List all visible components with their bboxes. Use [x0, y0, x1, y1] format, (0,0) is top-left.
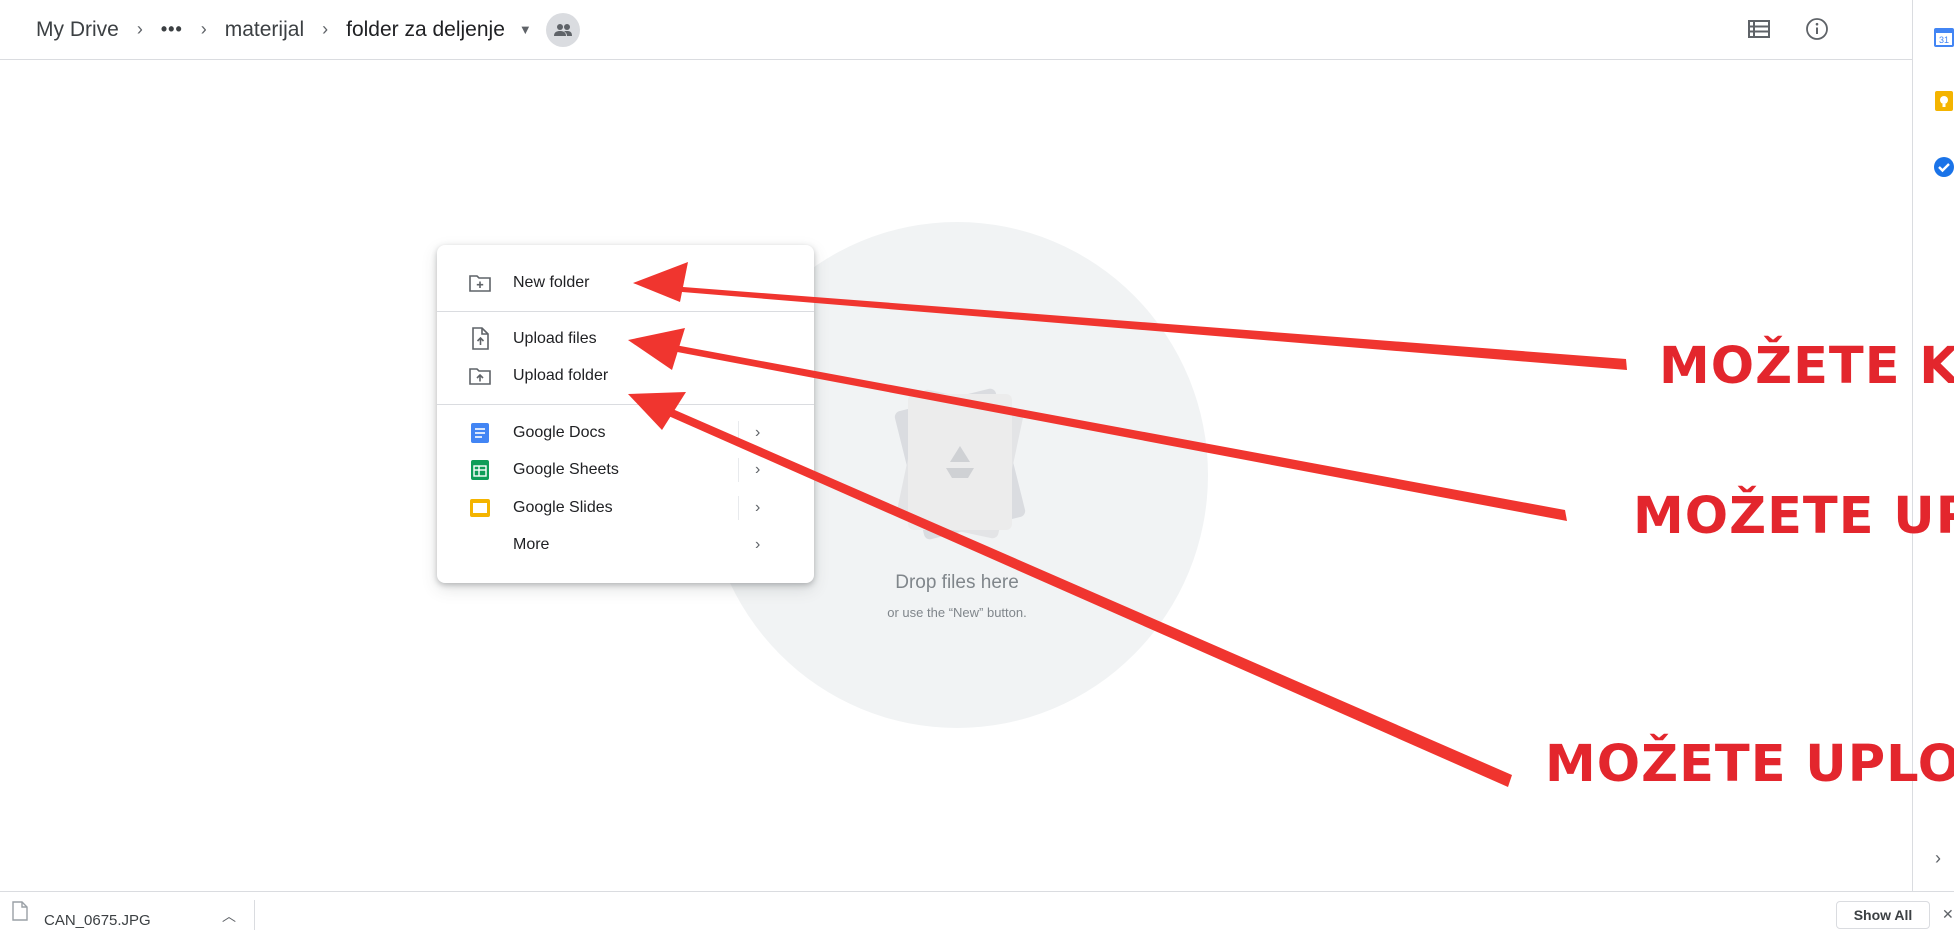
- file-icon: [12, 901, 28, 926]
- annotation-text-2: MOŽETE UP: [1633, 487, 1954, 546]
- annotation-arrow-upload-folder: [664, 407, 1512, 787]
- annotation-arrow-head-upload-folder: [628, 392, 686, 430]
- annotation-arrow-new-folder: [670, 286, 1627, 370]
- download-file-name[interactable]: CAN_0675.JPG: [44, 912, 151, 929]
- annotation-arrow-head-upload-files: [628, 328, 685, 370]
- download-divider: [254, 900, 255, 930]
- show-all-button[interactable]: Show All: [1836, 901, 1930, 929]
- annotation-text-3: MOŽETE UPLO: [1545, 735, 1954, 794]
- annotation-text-1: MOŽETE KI: [1659, 337, 1954, 396]
- chevron-up-icon[interactable]: ︿: [222, 906, 236, 926]
- close-icon[interactable]: ✕: [1942, 906, 1954, 923]
- annotation-arrow-upload-files: [672, 345, 1567, 521]
- download-bar: CAN_0675.JPG ︿ Show All ✕: [0, 891, 1954, 930]
- annotation-arrow-head-new-folder: [633, 262, 688, 302]
